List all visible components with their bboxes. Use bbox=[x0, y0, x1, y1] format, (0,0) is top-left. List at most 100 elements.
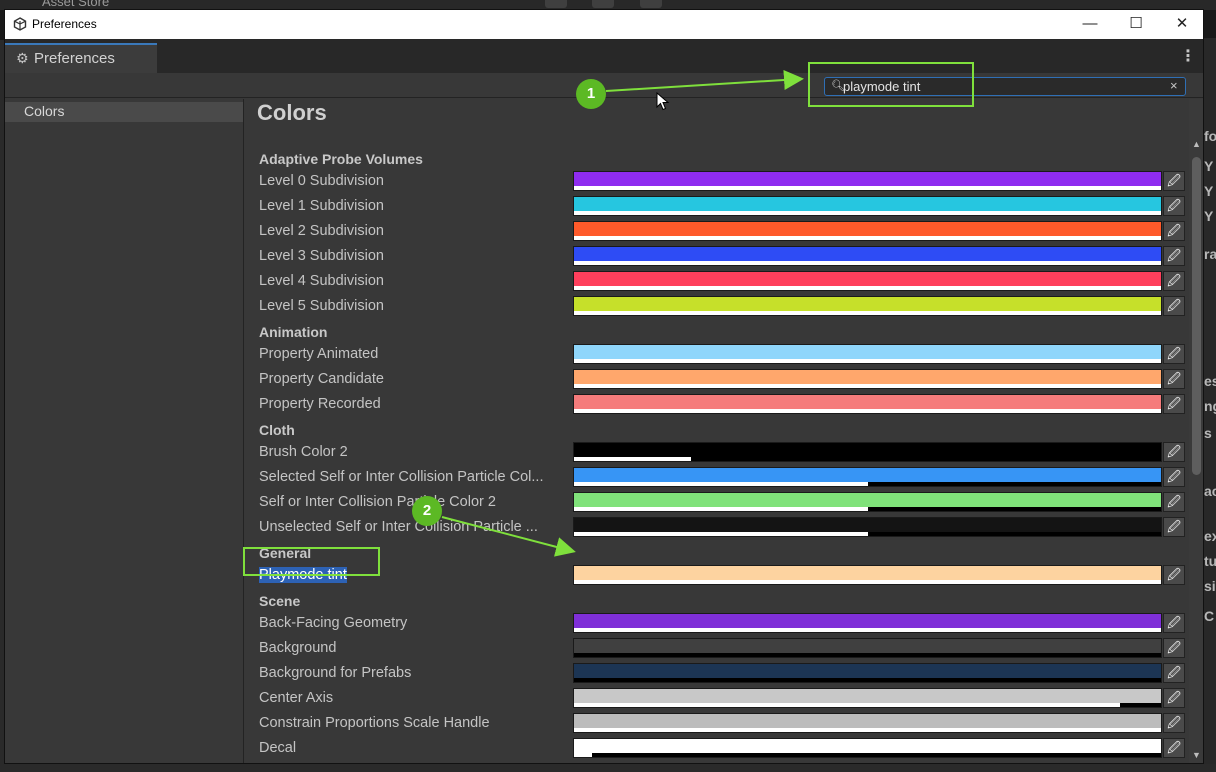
pause-button[interactable] bbox=[592, 0, 614, 8]
color-swatch[interactable] bbox=[573, 517, 1162, 537]
alpha-bar bbox=[574, 482, 868, 486]
step-button[interactable] bbox=[640, 0, 662, 8]
color-swatch[interactable] bbox=[573, 196, 1162, 216]
alpha-track bbox=[574, 653, 1161, 657]
asset-store-tab[interactable]: Asset Store bbox=[42, 0, 109, 9]
color-setting-label-text: Back-Facing Geometry bbox=[259, 615, 408, 631]
eyedropper-icon[interactable]: 🖉 bbox=[1163, 246, 1185, 266]
eyedropper-icon[interactable]: 🖉 bbox=[1163, 369, 1185, 389]
eyedropper-icon[interactable]: 🖉 bbox=[1163, 271, 1185, 291]
color-fill bbox=[574, 222, 1161, 236]
eyedropper-icon[interactable]: 🖉 bbox=[1163, 613, 1185, 633]
eyedropper-icon[interactable]: 🖉 bbox=[1163, 713, 1185, 733]
step-badge-1: 1 bbox=[576, 79, 606, 109]
alpha-bar bbox=[574, 186, 1161, 190]
close-button[interactable]: ✕ bbox=[1159, 10, 1203, 39]
sidebar-item-colors[interactable]: Colors bbox=[5, 102, 243, 122]
color-swatch[interactable] bbox=[573, 467, 1162, 487]
color-setting-label-text: Decal bbox=[259, 740, 297, 756]
color-setting-label-text: Property Candidate bbox=[259, 371, 384, 387]
color-swatch[interactable] bbox=[573, 738, 1162, 758]
clear-search-icon[interactable]: × bbox=[1170, 78, 1178, 93]
color-swatch[interactable] bbox=[573, 296, 1162, 316]
background-text-fragment: si bbox=[1204, 578, 1216, 594]
scroll-up-icon[interactable]: ▲ bbox=[1192, 139, 1201, 149]
eyedropper-icon[interactable]: 🖉 bbox=[1163, 221, 1185, 241]
alpha-bar bbox=[574, 507, 868, 511]
color-swatch[interactable] bbox=[573, 171, 1162, 191]
color-swatch[interactable] bbox=[573, 763, 1162, 764]
color-setting-label-text: Background bbox=[259, 640, 337, 656]
eyedropper-icon[interactable]: 🖉 bbox=[1163, 663, 1185, 683]
color-swatch[interactable] bbox=[573, 613, 1162, 633]
alpha-bar bbox=[574, 384, 1161, 388]
color-swatch[interactable] bbox=[573, 688, 1162, 708]
maximize-button[interactable]: ☐ bbox=[1113, 10, 1159, 39]
color-fill bbox=[574, 518, 1161, 532]
colors-panel: Colors Adaptive Probe Volumes Level 0 Sub… bbox=[245, 99, 1189, 764]
color-swatch[interactable] bbox=[573, 638, 1162, 658]
alpha-bar bbox=[574, 261, 1161, 265]
color-setting-label: Background bbox=[259, 640, 571, 656]
eyedropper-icon[interactable]: 🖉 bbox=[1163, 738, 1185, 758]
color-fill bbox=[574, 468, 1161, 482]
tab-label: Preferences bbox=[34, 50, 115, 67]
color-fill bbox=[574, 714, 1161, 728]
window-title: Preferences bbox=[32, 17, 97, 31]
color-swatch[interactable] bbox=[573, 565, 1162, 585]
color-setting-label-text: Background for Prefabs bbox=[259, 665, 412, 681]
eyedropper-icon[interactable]: 🖉 bbox=[1163, 296, 1185, 316]
eyedropper-icon[interactable]: 🖉 bbox=[1163, 442, 1185, 462]
color-swatch[interactable] bbox=[573, 442, 1162, 462]
color-swatch[interactable] bbox=[573, 713, 1162, 733]
alpha-bar bbox=[574, 728, 1161, 732]
color-fill bbox=[574, 639, 1161, 653]
preferences-window: Preferences — ☐ ✕ ⚙ Preferences ⋮ 🔍︎ × C… bbox=[4, 9, 1204, 764]
color-swatch[interactable] bbox=[573, 663, 1162, 683]
play-button[interactable] bbox=[545, 0, 567, 8]
color-setting-label-text: Property Animated bbox=[259, 346, 379, 362]
eyedropper-icon[interactable]: 🖉 bbox=[1163, 688, 1185, 708]
eyedropper-icon[interactable]: 🖉 bbox=[1163, 467, 1185, 487]
color-fill bbox=[574, 739, 1161, 753]
color-setting-label: Level 3 Subdivision bbox=[259, 248, 571, 264]
color-swatch[interactable] bbox=[573, 394, 1162, 414]
eyedropper-icon[interactable]: 🖉 bbox=[1163, 638, 1185, 658]
search-highlight-box bbox=[808, 62, 974, 107]
alpha-bar bbox=[574, 311, 1161, 315]
color-swatch[interactable] bbox=[573, 271, 1162, 291]
color-setting-label: Center Axis bbox=[259, 690, 571, 706]
vertical-scrollbar[interactable]: ▲ ▼ bbox=[1189, 99, 1203, 763]
scrollbar-thumb[interactable] bbox=[1192, 157, 1201, 475]
eyedropper-icon[interactable]: 🖉 bbox=[1163, 171, 1185, 191]
eyedropper-icon[interactable]: 🖉 bbox=[1163, 763, 1185, 764]
color-setting-label: Property Animated bbox=[259, 346, 571, 362]
title-bar[interactable]: Preferences — ☐ ✕ bbox=[5, 10, 1203, 39]
color-swatch[interactable] bbox=[573, 221, 1162, 241]
color-swatch[interactable] bbox=[573, 369, 1162, 389]
section-title: Scene bbox=[259, 593, 301, 609]
color-setting-label: Selected Self or Inter Collision Particl… bbox=[259, 469, 571, 485]
color-swatch[interactable] bbox=[573, 492, 1162, 512]
eyedropper-icon[interactable]: 🖉 bbox=[1163, 565, 1185, 585]
eyedropper-icon[interactable]: 🖉 bbox=[1163, 196, 1185, 216]
color-setting-label: Level 0 Subdivision bbox=[259, 173, 571, 189]
scroll-down-icon[interactable]: ▼ bbox=[1192, 750, 1201, 760]
window-menu-icon[interactable]: ⋮ bbox=[1180, 46, 1196, 66]
tab-preferences[interactable]: ⚙ Preferences bbox=[5, 43, 157, 73]
color-fill bbox=[574, 664, 1161, 678]
eyedropper-icon[interactable]: 🖉 bbox=[1163, 517, 1185, 537]
minimize-button[interactable]: — bbox=[1067, 10, 1113, 39]
eyedropper-icon[interactable]: 🖉 bbox=[1163, 492, 1185, 512]
eyedropper-icon[interactable]: 🖉 bbox=[1163, 394, 1185, 414]
editor-background-panel: foYYYraesngsacextusiC bbox=[1204, 38, 1216, 772]
page-title: Colors bbox=[257, 100, 327, 125]
eyedropper-icon[interactable]: 🖉 bbox=[1163, 344, 1185, 364]
alpha-bar bbox=[574, 236, 1161, 240]
color-setting-label-text: Selected Self or Inter Collision Particl… bbox=[259, 469, 544, 485]
color-setting-label: Back-Facing Geometry bbox=[259, 615, 571, 631]
color-swatch[interactable] bbox=[573, 344, 1162, 364]
sidebar-item-label: Colors bbox=[24, 103, 65, 119]
color-swatch[interactable] bbox=[573, 246, 1162, 266]
color-setting-label-text: Level 0 Subdivision bbox=[259, 173, 384, 189]
